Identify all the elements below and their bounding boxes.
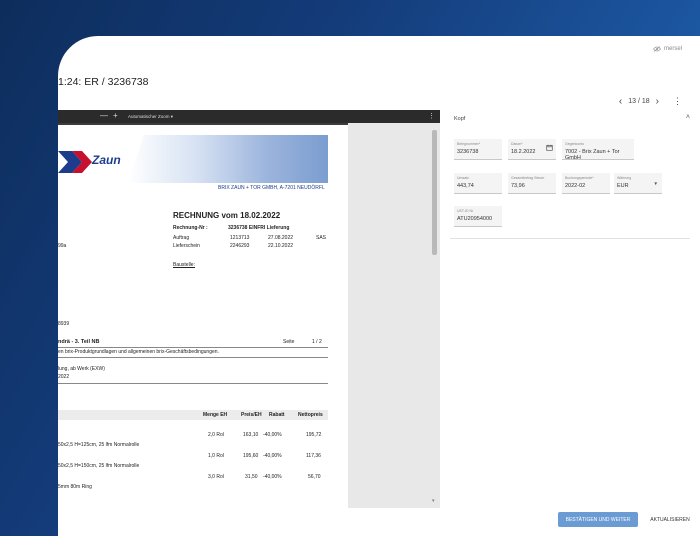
eye-off-icon [653,46,661,52]
auftrag-nr: 1213713 [230,235,250,241]
app-window: mersel 1:24: ER / 3236738 ‹ 13 / 18 › ⋮ … [58,36,700,556]
steuer-field[interactable]: Gesamtbetrag Steuer 73,96 [508,173,556,194]
customer-name: ndrä - 3. Teil NB [58,339,100,345]
company-line: BRIX ZAUN + TOR GMBH, A-7201 NEUDÖRFL [218,185,325,191]
row-netto: 56,70 [308,474,321,480]
field-label: Buchungsperiode* [565,176,594,180]
field-value: 2022-02 [565,183,586,189]
lieferschein-nr: 2246293 [230,243,250,249]
field-label: Gegenkonto [565,142,585,146]
viewer-menu-icon[interactable]: ⋮ [428,112,435,120]
field-label: Belegnummer* [457,142,481,146]
prev-icon[interactable]: ‹ [619,96,622,107]
auftrag-date: 27.08.2022 [268,235,294,241]
field-label: Gesamtbetrag Steuer [511,176,545,180]
divider [58,357,328,358]
pdf-viewer: — + Automatischer Zoom ▾ ⋮ Zaun BRIX ZAU… [58,110,440,508]
row-preis: 195,60 [243,453,259,459]
seite-label: Seite [283,339,295,345]
calendar-icon[interactable] [546,144,553,151]
dropdown-caret-icon: ▼ [653,181,658,186]
rechnung-label: Rechnung-Nr : [173,225,208,231]
field-label: Datum* [511,142,523,146]
viewer-background [348,123,440,508]
row-desc: 50x2,5 H=150cm, 25 lfm Normalrolle [58,463,140,469]
auftrag-label: Auftrag [173,235,190,241]
rechnung-value: 3236738 EINFRI Lieferung [228,225,290,231]
ustid-field[interactable]: UST-ID Nr ATU20954000 [454,206,502,227]
panel-divider [450,238,690,239]
more-icon[interactable]: ⋮ [673,96,682,107]
document-pagination: ‹ 13 / 18 › ⋮ [619,96,682,107]
logo-banner [128,135,328,183]
scroll-down-icon[interactable]: ▾ [432,498,435,504]
field-label: Umsatz [457,176,469,180]
row-preis: 163,10 [243,432,259,438]
buchungsperiode-field[interactable]: Buchungsperiode* 2022-02 [562,173,610,194]
col-menge: Menge EH [203,412,228,418]
pdf-page: Zaun BRIX ZAUN + TOR GMBH, A-7201 NEUDÖR… [58,125,348,508]
divider [58,347,328,348]
field-value: ATU20954000 [457,216,493,222]
row-netto: 195,72 [306,432,322,438]
gegenkonto-field[interactable]: Gegenkonto 7002 - Brix Zaun + Tor GmbH [562,139,634,161]
section-title: Kopf [454,116,466,122]
table-header [58,410,328,420]
datum-field[interactable]: Datum* 18.2.2022 [508,139,556,160]
logo-text: Zaun [92,153,121,167]
lieferschein-date: 22.10.2022 [268,243,294,249]
field-value: 7002 - Brix Zaun + Tor GmbH [565,149,620,161]
number-fragment: 8939 [58,321,70,327]
row-desc: 5mm 80m Ring [58,484,92,490]
row-menge: 2,0 Rol [208,432,224,438]
seite-value: 1 / 2 [312,339,322,345]
waehrung-select[interactable]: Währung EUR ▼ [614,173,662,194]
row-menge: 3,0 Rol [208,474,224,480]
field-label: Währung [617,176,632,180]
terms-text: en brix-Produktgrundlagen und allgemeine… [58,349,219,355]
refresh-button[interactable]: AKTUALISIEREN [646,512,694,527]
field-value: EUR [617,183,629,189]
invoice-heading: RECHNUNG vom 18.02.2022 [173,211,281,220]
row-desc: 50x2,5 H=125cm, 25 lfm Normalrolle [58,442,140,448]
year-text: 2022 [58,374,70,380]
page-counter: 13 / 18 [628,98,650,105]
delivery-text: lung, ab Werk (EXW) [58,366,105,372]
zoom-out-button[interactable]: — [100,112,108,120]
belegnummer-field[interactable]: Belegnummer* 3236738 [454,139,502,160]
field-value: 73,96 [511,183,525,189]
row-rabatt: -40,00% [263,432,282,438]
page-title: 1:24: ER / 3236738 [58,76,149,88]
viewer-scrollbar[interactable] [432,130,437,255]
zoom-in-button[interactable]: + [113,112,118,120]
umsatz-field[interactable]: Umsatz 443,74 [454,173,502,194]
auftrag-code: SAS [316,235,327,241]
row-rabatt: -40,00% [263,453,282,459]
next-icon[interactable]: › [656,96,659,107]
field-value: 443,74 [457,183,474,189]
divider [58,383,328,384]
col-preis: Preis/EH [241,412,262,418]
confirm-next-button[interactable]: BESTÄTIGEN UND WEITER [558,512,638,527]
row-rabatt: -40,00% [263,474,282,480]
user-name: mersel [663,46,682,52]
lieferschein-label: Lieferschein [173,243,200,249]
pdf-toolbar: — + Automatischer Zoom ▾ ⋮ [58,110,440,123]
col-netto: Nettopreis [298,412,323,418]
collapse-icon[interactable]: ˄ [686,114,690,121]
row-preis: 31,50 [245,474,258,480]
baustelle-label: Baustelle: [173,262,195,268]
user-menu[interactable]: mersel [653,46,682,52]
row-menge: 1,0 Rol [208,453,224,459]
address-fragment: 99a [58,243,67,249]
row-netto: 117,36 [306,453,321,459]
field-label: UST-ID Nr [457,209,474,213]
field-value: 3236738 [457,149,479,155]
zoom-select[interactable]: Automatischer Zoom ▾ [128,114,173,120]
field-value: 18.2.2022 [511,149,536,155]
col-rabatt: Rabatt [269,412,285,418]
